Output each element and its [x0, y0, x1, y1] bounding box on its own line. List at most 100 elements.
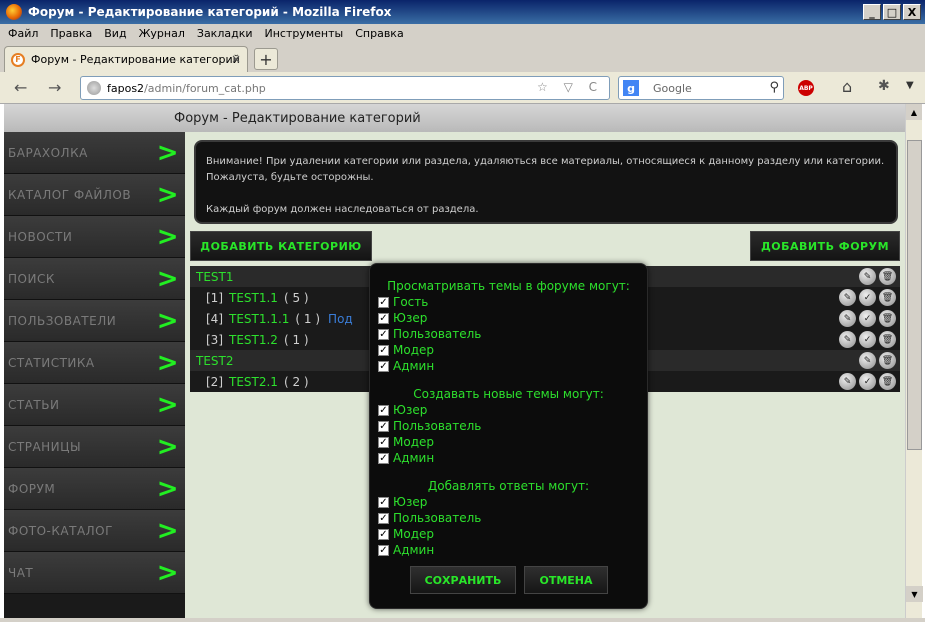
view-option[interactable]: ✓ Админ [378, 358, 639, 374]
checkbox-checked[interactable]: ✓ [378, 544, 389, 556]
checkbox-checked[interactable]: ✓ [378, 312, 389, 324]
create-option[interactable]: ✓ Админ [378, 450, 639, 466]
check-icon[interactable]: ✓ [859, 310, 876, 327]
menu-arrow-icon[interactable]: ▼ [906, 80, 914, 91]
maximize-button[interactable]: □ [883, 4, 901, 20]
delete-icon[interactable]: 🗑 [879, 268, 896, 285]
create-option[interactable]: ✓ Пользователь [378, 418, 639, 434]
minimize-button[interactable]: _ [863, 4, 881, 20]
sidebar-item-news[interactable]: НОВОСТИ > [4, 216, 185, 258]
scroll-down-icon[interactable]: ▼ [906, 586, 923, 602]
edit-icon[interactable]: ✎ [839, 310, 856, 327]
sidebar-item-statistics[interactable]: СТАТИСТИКА > [4, 342, 185, 384]
reply-option[interactable]: ✓ Пользователь [378, 510, 639, 526]
delete-icon[interactable]: 🗑 [879, 331, 896, 348]
sidebar-item-label: КАТАЛОГ ФАЙЛОВ [8, 187, 132, 202]
tool-icon[interactable]: ✱ [878, 78, 890, 94]
category-name[interactable]: TEST2 [196, 354, 234, 368]
checkbox-checked[interactable]: ✓ [378, 344, 389, 356]
checkbox-checked[interactable]: ✓ [378, 452, 389, 464]
forum-name[interactable]: TEST1.2 [229, 333, 278, 347]
checkbox-checked[interactable]: ✓ [378, 296, 389, 308]
page-scrollbar[interactable]: ▲ ▼ [905, 104, 923, 618]
cancel-button[interactable]: ОТМЕНА [524, 566, 608, 594]
home-icon[interactable]: ⌂ [842, 77, 852, 96]
save-button[interactable]: СОХРАНИТЬ [410, 566, 516, 594]
view-option[interactable]: ✓ Гость [378, 294, 639, 310]
sidebar-item-articles[interactable]: СТАТЬИ > [4, 384, 185, 426]
menu-tools[interactable]: Инструменты [265, 27, 344, 40]
sidebar-item-search[interactable]: ПОИСК > [4, 258, 185, 300]
reply-option[interactable]: ✓ Модер [378, 526, 639, 542]
option-label: Админ [393, 359, 435, 373]
checkbox-checked[interactable]: ✓ [378, 528, 389, 540]
delete-icon[interactable]: 🗑 [879, 289, 896, 306]
scroll-up-icon[interactable]: ▲ [906, 104, 922, 120]
add-forum-button[interactable]: ДОБАВИТЬ ФОРУМ [750, 231, 900, 261]
create-permissions-header: Создавать новые темы могут: [413, 387, 604, 401]
checkbox-checked[interactable]: ✓ [378, 436, 389, 448]
reply-option[interactable]: ✓ Юзер [378, 494, 639, 510]
delete-icon[interactable]: 🗑 [879, 373, 896, 390]
url-actions-icons[interactable]: ☆ ▽ C [537, 80, 603, 94]
adblock-icon[interactable]: ABP [798, 80, 814, 96]
forum-name[interactable]: TEST1.1 [229, 291, 278, 305]
menu-bookmarks[interactable]: Закладки [197, 27, 253, 40]
view-option[interactable]: ✓ Пользователь [378, 326, 639, 342]
sidebar-item-files[interactable]: КАТАЛОГ ФАЙЛОВ > [4, 174, 185, 216]
check-icon[interactable]: ✓ [859, 289, 876, 306]
window-title: Форум - Редактирование категорий - Mozil… [28, 5, 392, 19]
checkbox-checked[interactable]: ✓ [378, 328, 389, 340]
checkbox-checked[interactable]: ✓ [378, 360, 389, 372]
menu-view[interactable]: Вид [104, 27, 126, 40]
google-icon[interactable]: g [623, 80, 639, 96]
delete-icon[interactable]: 🗑 [879, 352, 896, 369]
sidebar-item-chat[interactable]: ЧАТ > [4, 552, 185, 594]
view-option[interactable]: ✓ Модер [378, 342, 639, 358]
tab-forum-edit[interactable]: F Форум - Редактирование категорий × [4, 46, 248, 72]
edit-icon[interactable]: ✎ [839, 331, 856, 348]
close-window-button[interactable]: X [903, 4, 921, 20]
scrollbar-thumb[interactable] [907, 140, 922, 450]
check-icon[interactable]: ✓ [859, 331, 876, 348]
sidebar-item-forum[interactable]: ФОРУМ > [4, 468, 185, 510]
add-category-button[interactable]: ДОБАВИТЬ КАТЕГОРИЮ [190, 231, 372, 261]
edit-icon[interactable]: ✎ [859, 268, 876, 285]
menu-bar: Файл Правка Вид Журнал Закладки Инструме… [0, 24, 925, 42]
url-bar[interactable]: fapos2/admin/forum_cat.php ☆ ▽ C [80, 76, 610, 100]
notice-text-inherit: Каждый форум должен наследоваться от раз… [206, 204, 479, 215]
menu-file[interactable]: Файл [8, 27, 38, 40]
edit-icon[interactable]: ✎ [839, 373, 856, 390]
menu-help[interactable]: Справка [355, 27, 403, 40]
category-name[interactable]: TEST1 [196, 270, 234, 284]
option-label: Юзер [393, 403, 428, 417]
forum-count: ( 1 ) [295, 311, 321, 326]
delete-icon[interactable]: 🗑 [879, 310, 896, 327]
forward-button[interactable]: → [48, 78, 61, 97]
checkbox-checked[interactable]: ✓ [378, 512, 389, 524]
edit-icon[interactable]: ✎ [839, 289, 856, 306]
menu-edit[interactable]: Правка [50, 27, 92, 40]
view-option[interactable]: ✓ Юзер [378, 310, 639, 326]
create-option[interactable]: ✓ Юзер [378, 402, 639, 418]
back-button[interactable]: ← [14, 78, 27, 97]
forum-name[interactable]: TEST2.1 [229, 375, 278, 389]
tab-close-icon[interactable]: × [231, 52, 241, 66]
new-tab-button[interactable]: + [254, 48, 278, 70]
search-bar[interactable]: g Google ⚲ [618, 76, 784, 100]
menu-history[interactable]: Журнал [139, 27, 185, 40]
sidebar-item-pages[interactable]: СТРАНИЦЫ > [4, 426, 185, 468]
checkbox-checked[interactable]: ✓ [378, 404, 389, 416]
check-icon[interactable]: ✓ [859, 373, 876, 390]
edit-icon[interactable]: ✎ [859, 352, 876, 369]
sidebar-item-users[interactable]: ПОЛЬЗОВАТЕЛИ > [4, 300, 185, 342]
subforum-link[interactable]: Под [328, 312, 353, 326]
sidebar-item-baraholka[interactable]: БАРАХОЛКА > [4, 132, 185, 174]
checkbox-checked[interactable]: ✓ [378, 420, 389, 432]
sidebar-item-photo[interactable]: ФОТО-КАТАЛОГ > [4, 510, 185, 552]
checkbox-checked[interactable]: ✓ [378, 496, 389, 508]
forum-name[interactable]: TEST1.1.1 [229, 312, 289, 326]
search-icon[interactable]: ⚲ [769, 80, 779, 95]
reply-option[interactable]: ✓ Админ [378, 542, 639, 558]
create-option[interactable]: ✓ Модер [378, 434, 639, 450]
